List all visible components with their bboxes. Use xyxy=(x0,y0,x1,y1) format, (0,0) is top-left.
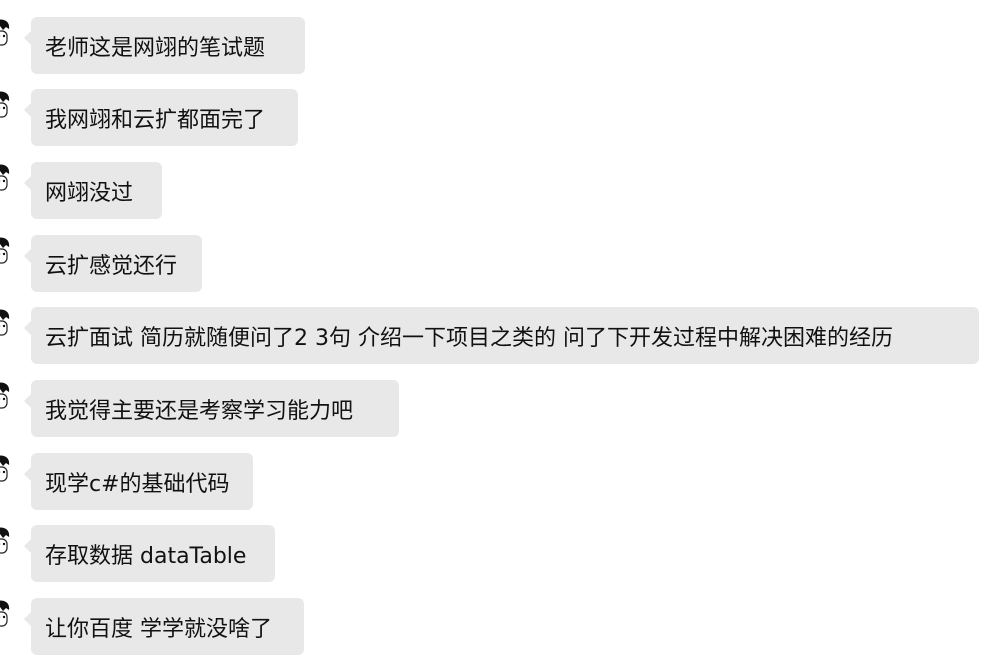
message-bubble[interactable]: 老师这是网翊的笔试题 xyxy=(24,17,305,74)
message-text: 云扩面试 简历就随便问了2 3句 介绍一下项目之类的 问了下开发过程中解决困难的… xyxy=(45,325,893,351)
message-text: 我觉得主要还是考察学习能力吧 xyxy=(45,398,354,424)
message-text: 存取数据 dataTable xyxy=(45,543,247,569)
message-text: 现学c#的基础代码 xyxy=(45,471,230,497)
message-bubble[interactable]: 我觉得主要还是考察学习能力吧 xyxy=(24,380,399,437)
avatar-icon xyxy=(0,164,10,191)
message-text: 老师这是网翊的笔试题 xyxy=(45,35,266,61)
avatar-icon xyxy=(0,600,10,627)
message-row: 存取数据 dataTable xyxy=(0,525,1001,583)
avatar-icon xyxy=(0,309,10,336)
message-bubble[interactable]: 我网翊和云扩都面完了 xyxy=(24,89,298,146)
message-text: 网翊没过 xyxy=(45,180,134,206)
avatar-icon xyxy=(0,382,10,409)
message-row: 我觉得主要还是考察学习能力吧 xyxy=(0,380,1001,438)
message-text: 云扩感觉还行 xyxy=(45,253,178,279)
message-bubble[interactable]: 云扩感觉还行 xyxy=(24,235,202,292)
message-row: 现学c#的基础代码 xyxy=(0,453,1001,511)
message-row: 网翊没过 xyxy=(0,162,1001,220)
avatar-icon xyxy=(0,19,10,46)
message-row: 我网翊和云扩都面完了 xyxy=(0,89,1001,147)
message-bubble[interactable]: 云扩面试 简历就随便问了2 3句 介绍一下项目之类的 问了下开发过程中解决困难的… xyxy=(24,307,979,364)
avatar-icon xyxy=(0,237,10,264)
message-row: 老师这是网翊的笔试题 xyxy=(0,17,1001,75)
message-text: 我网翊和云扩都面完了 xyxy=(45,107,266,133)
avatar-icon xyxy=(0,91,10,118)
message-row: 云扩面试 简历就随便问了2 3句 介绍一下项目之类的 问了下开发过程中解决困难的… xyxy=(0,307,1001,365)
message-bubble[interactable]: 网翊没过 xyxy=(24,162,162,219)
message-bubble[interactable]: 现学c#的基础代码 xyxy=(24,453,253,510)
message-text: 让你百度 学学就没啥了 xyxy=(45,616,272,642)
message-bubble[interactable]: 存取数据 dataTable xyxy=(24,525,275,582)
message-bubble[interactable]: 让你百度 学学就没啥了 xyxy=(24,598,304,655)
message-row: 让你百度 学学就没啥了 xyxy=(0,598,1001,656)
chat-message-list: 老师这是网翊的笔试题 我网翊和云扩都面完了 网翊没过 云扩感觉还行 云扩面试 简… xyxy=(0,0,1001,664)
message-row: 云扩感觉还行 xyxy=(0,235,1001,293)
avatar-icon xyxy=(0,455,10,482)
avatar-icon xyxy=(0,527,10,554)
